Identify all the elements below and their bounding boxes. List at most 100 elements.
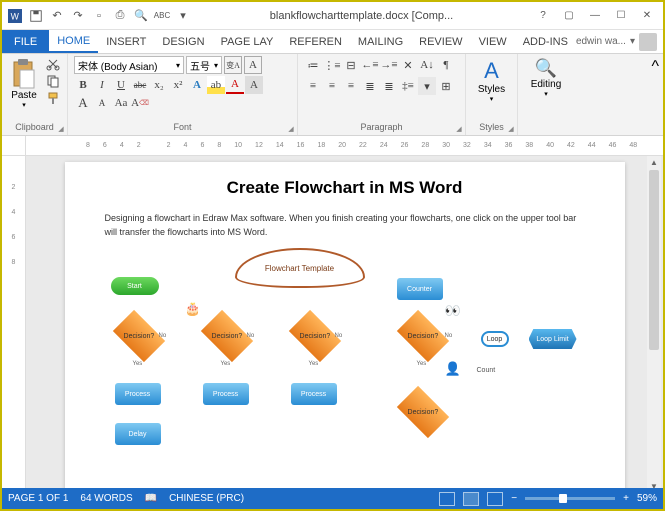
multilevel-list-button[interactable]: ⊟ bbox=[342, 56, 360, 74]
status-language[interactable]: CHINESE (PRC) bbox=[169, 493, 244, 504]
align-right-button[interactable]: ≡ bbox=[342, 77, 360, 95]
asian-layout-button[interactable]: ✕ bbox=[399, 56, 417, 74]
flowchart-decision: Decision? bbox=[200, 310, 252, 362]
align-center-button[interactable]: ≡ bbox=[323, 77, 341, 95]
editing-button[interactable]: 🔍 Editing ▾ bbox=[524, 56, 568, 98]
user-account[interactable]: edwin wa... ▾ bbox=[576, 30, 663, 53]
tab-design[interactable]: DESIGN bbox=[154, 30, 212, 53]
spellcheck-icon[interactable]: ABC bbox=[153, 7, 171, 25]
chevron-down-icon: ▾ bbox=[544, 90, 548, 98]
preview-icon[interactable]: 🔍 bbox=[132, 7, 150, 25]
status-page[interactable]: PAGE 1 OF 1 bbox=[8, 493, 68, 504]
phonetic-guide-button[interactable]: 变A bbox=[224, 56, 242, 74]
vertical-ruler[interactable]: 2468 bbox=[2, 156, 26, 492]
dialog-launcher-icon[interactable]: ◢ bbox=[454, 124, 464, 134]
flowchart-banner: Flowchart Template bbox=[235, 248, 365, 288]
help-button[interactable]: ? bbox=[531, 6, 555, 26]
character-shading-button[interactable]: A bbox=[245, 76, 263, 94]
clear-formatting-button[interactable]: A⌫ bbox=[131, 94, 149, 112]
scroll-thumb[interactable] bbox=[649, 170, 659, 350]
align-left-button[interactable]: ≡ bbox=[304, 77, 322, 95]
flowchart-process: Process bbox=[203, 383, 249, 405]
ribbon-options-icon[interactable]: ▢ bbox=[557, 6, 581, 26]
vertical-scrollbar[interactable]: ▲ ▼ bbox=[647, 156, 661, 492]
tab-review[interactable]: REVIEW bbox=[411, 30, 470, 53]
zoom-out-button[interactable]: − bbox=[511, 493, 517, 504]
justify-button[interactable]: ≣ bbox=[361, 77, 379, 95]
underline-button[interactable]: U bbox=[112, 76, 130, 94]
dialog-launcher-icon[interactable]: ◢ bbox=[286, 124, 296, 134]
new-icon[interactable]: ▫ bbox=[90, 7, 108, 25]
paste-button[interactable]: Paste ▾ bbox=[8, 56, 40, 111]
highlight-button[interactable]: ab bbox=[207, 76, 225, 94]
flowchart-diagram: Flowchart Template Start Decision? Decis… bbox=[105, 253, 585, 453]
status-spellcheck-icon[interactable]: 📖 bbox=[145, 493, 157, 504]
dialog-launcher-icon[interactable]: ◢ bbox=[56, 124, 66, 134]
font-size-combo[interactable]: 五号▾ bbox=[186, 56, 222, 74]
file-tab[interactable]: FILE bbox=[2, 30, 49, 53]
tab-references[interactable]: REFEREN bbox=[281, 30, 350, 53]
tab-addins[interactable]: ADD-INS bbox=[515, 30, 576, 53]
svg-text:W: W bbox=[11, 11, 20, 21]
font-color-button[interactable]: A bbox=[226, 76, 244, 94]
print-layout-button[interactable] bbox=[463, 492, 479, 506]
line-spacing-button[interactable]: ‡≡ bbox=[399, 77, 417, 95]
change-case-button[interactable]: Aa bbox=[112, 94, 130, 112]
horizontal-ruler[interactable]: 8642246810121416182022242628303234363840… bbox=[2, 136, 663, 156]
qa-dropdown-icon[interactable]: ▾ bbox=[174, 7, 192, 25]
avatar-icon bbox=[639, 33, 657, 51]
word-icon[interactable]: W bbox=[6, 7, 24, 25]
undo-icon[interactable]: ↶ bbox=[48, 7, 66, 25]
save-icon[interactable] bbox=[27, 7, 45, 25]
cut-button[interactable] bbox=[44, 56, 62, 72]
borders-button[interactable]: ⊞ bbox=[437, 77, 455, 95]
shading-button[interactable]: ▾ bbox=[418, 77, 436, 95]
distributed-button[interactable]: ≣ bbox=[380, 77, 398, 95]
italic-button[interactable]: I bbox=[93, 76, 111, 94]
bullets-button[interactable]: ≔ bbox=[304, 56, 322, 74]
strikethrough-button[interactable]: abc bbox=[131, 76, 149, 94]
redo-icon[interactable]: ↷ bbox=[69, 7, 87, 25]
ribbon-tabs: FILE HOME INSERT DESIGN PAGE LAY REFEREN… bbox=[2, 30, 663, 54]
zoom-level[interactable]: 59% bbox=[637, 493, 657, 504]
text-effects-button[interactable]: A bbox=[188, 76, 206, 94]
tab-view[interactable]: VIEW bbox=[471, 30, 515, 53]
dialog-launcher-icon[interactable]: ◢ bbox=[506, 124, 516, 134]
format-painter-button[interactable] bbox=[44, 90, 62, 106]
web-layout-button[interactable] bbox=[487, 492, 503, 506]
shrink-font-button[interactable]: A bbox=[93, 94, 111, 112]
tab-mailing[interactable]: MAILING bbox=[350, 30, 411, 53]
collapse-ribbon-button[interactable]: ^ bbox=[647, 54, 663, 135]
document-page[interactable]: Create Flowchart in MS Word Designing a … bbox=[65, 162, 625, 498]
increase-indent-button[interactable]: →≡ bbox=[380, 56, 398, 74]
show-marks-button[interactable]: ¶ bbox=[437, 56, 455, 74]
superscript-button[interactable]: x² bbox=[169, 76, 187, 94]
styles-button[interactable]: A Styles ▾ bbox=[472, 56, 511, 103]
close-button[interactable]: ✕ bbox=[635, 6, 659, 26]
eyes-icon: 👀 bbox=[445, 303, 461, 319]
grow-font-button[interactable]: A bbox=[74, 94, 92, 112]
tab-insert[interactable]: INSERT bbox=[98, 30, 154, 53]
scroll-up-icon[interactable]: ▲ bbox=[648, 156, 660, 168]
subscript-button[interactable]: x₂ bbox=[150, 76, 168, 94]
tab-home[interactable]: HOME bbox=[49, 30, 98, 53]
read-mode-button[interactable] bbox=[439, 492, 455, 506]
zoom-slider[interactable] bbox=[525, 497, 615, 500]
bold-button[interactable]: B bbox=[74, 76, 92, 94]
tab-page-layout[interactable]: PAGE LAY bbox=[213, 30, 282, 53]
numbering-button[interactable]: ⋮≡ bbox=[323, 56, 341, 74]
sort-button[interactable]: A↓ bbox=[418, 56, 436, 74]
flowchart-loop: Loop bbox=[481, 331, 509, 347]
group-label: Paragraph bbox=[304, 121, 459, 133]
font-name-combo[interactable]: 宋体 (Body Asian) ▾ bbox=[74, 56, 184, 74]
maximize-button[interactable]: ☐ bbox=[609, 6, 633, 26]
character-border-button[interactable]: A bbox=[244, 56, 262, 74]
print-icon[interactable]: ⎙ bbox=[111, 7, 129, 25]
label-no: No bbox=[445, 333, 453, 339]
status-word-count[interactable]: 64 WORDS bbox=[80, 493, 132, 504]
minimize-button[interactable]: — bbox=[583, 6, 607, 26]
decrease-indent-button[interactable]: ←≡ bbox=[361, 56, 379, 74]
flowchart-loop-limit: Loop Limit bbox=[529, 329, 577, 349]
zoom-in-button[interactable]: + bbox=[623, 493, 629, 504]
copy-button[interactable] bbox=[44, 73, 62, 89]
